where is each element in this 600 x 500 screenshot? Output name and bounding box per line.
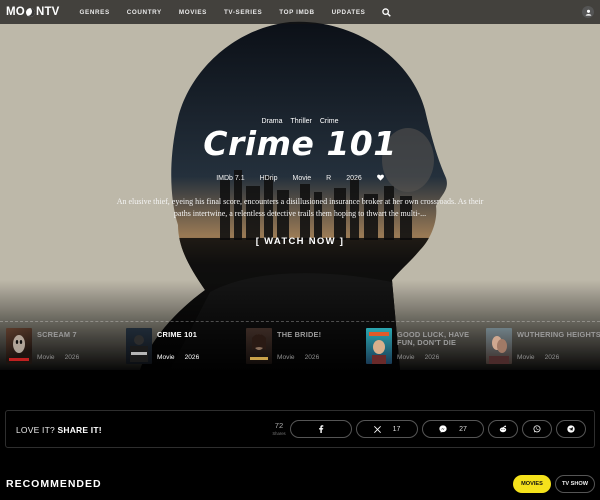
tab-movies[interactable]: MOVIES bbox=[513, 475, 551, 493]
featured-item-title: CRIME 101 bbox=[157, 330, 197, 339]
search-icon[interactable] bbox=[382, 6, 394, 18]
poster-image bbox=[366, 328, 392, 364]
telegram-icon bbox=[567, 425, 575, 433]
nav-country[interactable]: COUNTRY bbox=[127, 9, 162, 16]
hero-description: An elusive thief, eyeing his final score… bbox=[116, 197, 484, 218]
nav-updates[interactable]: UPDATES bbox=[332, 9, 366, 16]
featured-item[interactable]: CRIME 101 Movie 2026 bbox=[126, 328, 244, 366]
telegram-share-button[interactable] bbox=[556, 420, 586, 438]
watch-now-button[interactable]: [ WATCH NOW ] bbox=[0, 236, 600, 247]
poster-image bbox=[486, 328, 512, 364]
year-label: 2026 bbox=[346, 175, 362, 182]
featured-item[interactable]: SCREAM 7 Movie 2026 bbox=[6, 328, 124, 366]
tab-tv-show[interactable]: TV SHOW bbox=[555, 475, 595, 493]
site-logo[interactable]: MO NTV bbox=[6, 6, 60, 18]
featured-strip: SCREAM 7 Movie 2026 CRIME 101 Movie 2026 T… bbox=[0, 321, 600, 369]
hero-banner: Drama Thriller Crime Crime 101 IMDb 7.1 … bbox=[0, 0, 600, 370]
x-share-count: 17 bbox=[392, 425, 401, 433]
messenger-share-count: 27 bbox=[459, 425, 467, 433]
x-icon bbox=[373, 425, 381, 433]
nav-top-imdb[interactable]: TOP IMDB bbox=[279, 9, 314, 16]
user-icon[interactable] bbox=[582, 6, 594, 18]
facebook-icon bbox=[318, 425, 324, 433]
quality-label: HDrip bbox=[259, 175, 278, 182]
messenger-share-button[interactable]: 27 bbox=[422, 420, 484, 438]
nav-genres[interactable]: GENRES bbox=[80, 9, 110, 16]
share-label: LOVE IT? SHARE IT! bbox=[16, 425, 102, 435]
featured-item-meta: Movie 2026 bbox=[277, 354, 320, 361]
featured-item-meta: Movie 2026 bbox=[37, 354, 80, 361]
x-share-button[interactable]: 17 bbox=[356, 420, 418, 438]
share-bar: LOVE IT? SHARE IT! 72 Shares 17 27 bbox=[5, 410, 595, 448]
featured-item-meta: Movie 2026 bbox=[517, 354, 560, 361]
messenger-icon bbox=[439, 425, 447, 433]
featured-item-meta: Movie 2026 bbox=[397, 354, 440, 361]
featured-item-title: GOOD LUCK, HAVE FUN, DON'T DIE bbox=[397, 330, 470, 347]
poster-image bbox=[126, 328, 152, 364]
nav-tv-series[interactable]: TV-SERIES bbox=[224, 9, 262, 16]
featured-item[interactable]: THE BRIDE! Movie 2026 bbox=[246, 328, 364, 366]
poster-image bbox=[246, 328, 272, 364]
share-total: 72 Shares bbox=[272, 421, 286, 436]
age-rating: R bbox=[326, 175, 332, 182]
featured-item-title: SCREAM 7 bbox=[37, 330, 77, 339]
featured-item[interactable]: GOOD LUCK, HAVE FUN, DON'T DIE Movie 2026 bbox=[366, 328, 484, 366]
facebook-share-button[interactable] bbox=[290, 420, 352, 438]
imdb-rating: IMDb 7.1 bbox=[216, 175, 245, 182]
nav-movies[interactable]: MOVIES bbox=[179, 9, 207, 16]
recommended-heading: RECOMMENDED bbox=[6, 478, 102, 490]
whatsapp-icon bbox=[533, 425, 541, 433]
top-nav-bar: MO NTV GENRES COUNTRY MOVIES TV-SERIES T… bbox=[0, 0, 600, 24]
featured-item-title: THE BRIDE! bbox=[277, 330, 322, 339]
reddit-share-button[interactable] bbox=[488, 420, 518, 438]
featured-item-meta: Movie 2026 bbox=[157, 354, 200, 361]
hero-meta: IMDb 7.1 HDrip Movie R 2026 bbox=[0, 174, 600, 183]
main-nav: GENRES COUNTRY MOVIES TV-SERIES TOP IMDB… bbox=[80, 9, 383, 16]
featured-item[interactable]: WUTHERING HEIGHTS Movie 2026 bbox=[486, 328, 600, 366]
poster-image bbox=[6, 328, 32, 364]
moon-icon bbox=[25, 7, 35, 17]
type-label: Movie bbox=[292, 175, 312, 182]
heart-icon[interactable] bbox=[376, 174, 384, 183]
featured-item-title: WUTHERING HEIGHTS bbox=[517, 330, 600, 339]
reddit-icon bbox=[499, 425, 507, 433]
hero-title: Crime 101 bbox=[203, 124, 397, 163]
whatsapp-share-button[interactable] bbox=[522, 420, 552, 438]
